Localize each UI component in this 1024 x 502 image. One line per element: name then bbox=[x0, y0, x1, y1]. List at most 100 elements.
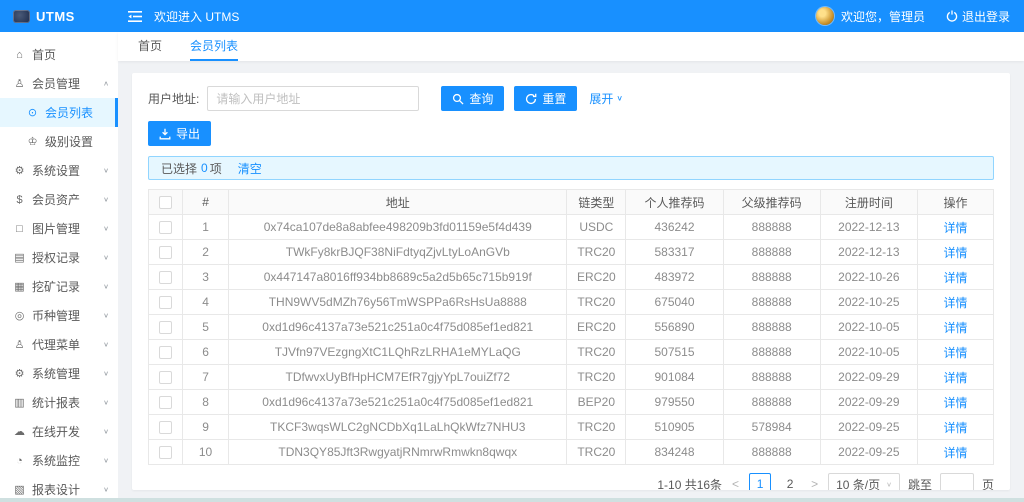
row-detail-link[interactable]: 详情 bbox=[943, 446, 967, 460]
row-detail-link[interactable]: 详情 bbox=[943, 321, 967, 335]
sidebar-item-授权记录[interactable]: ▤ 授权记录 ∨ bbox=[0, 243, 118, 272]
table-row: 4 THN9WV5dMZh76y56TmWSPPa6RsHsUa8888 TRC… bbox=[149, 290, 994, 315]
sidebar-item-币种管理[interactable]: ◎ 币种管理 ∨ bbox=[0, 301, 118, 330]
cell-personal-code: 583317 bbox=[626, 240, 723, 265]
page-button-1[interactable]: 1 bbox=[749, 473, 771, 490]
select-all-checkbox[interactable] bbox=[159, 196, 172, 209]
sidebar-item-代理菜单[interactable]: ♙ 代理菜单 ∨ bbox=[0, 330, 118, 359]
sidebar-item-在线开发[interactable]: ☁ 在线开发 ∨ bbox=[0, 417, 118, 446]
table-row: 5 0xd1d96c4137a73e521c251a0c4f75d085ef1e… bbox=[149, 315, 994, 340]
row-checkbox[interactable] bbox=[159, 396, 172, 409]
report-design-icon: ▧ bbox=[13, 483, 26, 496]
row-checkbox[interactable] bbox=[159, 296, 172, 309]
row-detail-link[interactable]: 详情 bbox=[943, 271, 967, 285]
expand-link[interactable]: 展开 ∨ bbox=[589, 90, 623, 107]
tab-home[interactable]: 首页 bbox=[138, 37, 162, 61]
col-address: 地址 bbox=[229, 190, 567, 215]
cell-personal-code: 834248 bbox=[626, 440, 723, 465]
cell-index: 4 bbox=[182, 290, 228, 315]
pagination-total: 1-10 共16条 bbox=[657, 476, 722, 491]
member-table: # 地址 链类型 个人推荐码 父级推荐码 注册时间 操作 1 0x74ca107… bbox=[148, 189, 994, 465]
chevron-icon: ∨ bbox=[103, 225, 109, 233]
expand-label: 展开 bbox=[589, 90, 613, 107]
row-checkbox[interactable] bbox=[159, 346, 172, 359]
row-checkbox[interactable] bbox=[159, 421, 172, 434]
sidebar-item-会员管理[interactable]: ♙ 会员管理 ∧ bbox=[0, 69, 118, 98]
sidebar-item-系统设置[interactable]: ⚙ 系统设置 ∨ bbox=[0, 156, 118, 185]
cell-register-time: 2022-09-25 bbox=[820, 440, 917, 465]
cell-personal-code: 556890 bbox=[626, 315, 723, 340]
selection-count: 0 bbox=[201, 161, 208, 175]
sidebar-item-会员资产[interactable]: $ 会员资产 ∨ bbox=[0, 185, 118, 214]
table-row: 1 0x74ca107de8a8abfee498209b3fd01159e5f4… bbox=[149, 215, 994, 240]
export-button-label: 导出 bbox=[176, 125, 200, 142]
cloud-dev-icon: ☁ bbox=[13, 425, 26, 438]
sidebar-item-系统监控[interactable]: ◔ 系统监控 ∨ bbox=[0, 446, 118, 475]
logout-button[interactable]: 退出登录 bbox=[946, 8, 1010, 25]
monitor-icon: ◔ bbox=[13, 455, 26, 467]
gear-icon: ⚙ bbox=[13, 164, 26, 177]
export-button[interactable]: 导出 bbox=[148, 121, 211, 146]
sidebar-item-统计报表[interactable]: ▥ 统计报表 ∨ bbox=[0, 388, 118, 417]
chevron-icon: ∨ bbox=[103, 167, 109, 175]
search-button[interactable]: 查询 bbox=[441, 86, 504, 111]
cell-parent-code: 888888 bbox=[723, 215, 820, 240]
table-row: 8 0xd1d96c4137a73e521c251a0c4f75d085ef1e… bbox=[149, 390, 994, 415]
next-page-icon[interactable]: > bbox=[809, 477, 820, 490]
cell-register-time: 2022-10-05 bbox=[820, 340, 917, 365]
sidebar-item-图片管理[interactable]: □ 图片管理 ∨ bbox=[0, 214, 118, 243]
cell-parent-code: 888888 bbox=[723, 240, 820, 265]
cell-personal-code: 979550 bbox=[626, 390, 723, 415]
row-detail-link[interactable]: 详情 bbox=[943, 421, 967, 435]
cell-chain-type: TRC20 bbox=[567, 340, 626, 365]
row-checkbox[interactable] bbox=[159, 221, 172, 234]
chevron-icon: ∨ bbox=[103, 312, 109, 320]
table-row: 3 0x447147a8016ff934bb8689c5a2d5b65c715b… bbox=[149, 265, 994, 290]
menu-fold-icon[interactable] bbox=[128, 10, 142, 23]
row-checkbox[interactable] bbox=[159, 321, 172, 334]
sidebar-nav: ⌂ 首页 ♙ 会员管理 ∧ ⊙ 会员列表 ♔ 级别设置 ⚙ 系统设置 ∨ $ 会… bbox=[0, 32, 118, 498]
logout-icon bbox=[946, 10, 958, 22]
brand-name: UTMS bbox=[36, 9, 75, 24]
cell-register-time: 2022-09-29 bbox=[820, 390, 917, 415]
page-button-2[interactable]: 2 bbox=[779, 473, 801, 490]
chevron-icon: ∨ bbox=[103, 428, 109, 436]
cell-index: 9 bbox=[182, 415, 228, 440]
prev-page-icon[interactable]: < bbox=[730, 477, 741, 490]
user-address-input[interactable] bbox=[207, 86, 419, 111]
row-checkbox[interactable] bbox=[159, 246, 172, 259]
sidebar-item-报表设计[interactable]: ▧ 报表设计 ∨ bbox=[0, 475, 118, 498]
chevron-down-icon: ∨ bbox=[886, 480, 892, 488]
user-avatar[interactable] bbox=[816, 7, 834, 25]
row-detail-link[interactable]: 详情 bbox=[943, 371, 967, 385]
tab-member-list[interactable]: 会员列表 bbox=[190, 37, 238, 61]
level-settings-icon: ♔ bbox=[26, 135, 39, 148]
cell-register-time: 2022-12-13 bbox=[820, 215, 917, 240]
sidebar-item-首页[interactable]: ⌂ 首页 bbox=[0, 40, 118, 69]
sidebar-item-级别设置[interactable]: ♔ 级别设置 bbox=[0, 127, 118, 156]
selection-alert: 已选择 0 项 清空 bbox=[148, 156, 994, 180]
cell-address: 0xd1d96c4137a73e521c251a0c4f75d085ef1ed8… bbox=[229, 315, 567, 340]
home-icon: ⌂ bbox=[13, 49, 26, 61]
row-detail-link[interactable]: 详情 bbox=[943, 296, 967, 310]
sidebar-item-挖矿记录[interactable]: ▦ 挖矿记录 ∨ bbox=[0, 272, 118, 301]
row-detail-link[interactable]: 详情 bbox=[943, 396, 967, 410]
jump-page-input[interactable] bbox=[940, 473, 974, 490]
page-size-select[interactable]: 10 条/页 ∨ bbox=[828, 473, 900, 490]
sidebar-item-会员列表[interactable]: ⊙ 会员列表 bbox=[0, 98, 118, 127]
row-detail-link[interactable]: 详情 bbox=[943, 246, 967, 260]
clear-selection-link[interactable]: 清空 bbox=[238, 160, 262, 177]
row-checkbox[interactable] bbox=[159, 446, 172, 459]
cell-parent-code: 888888 bbox=[723, 315, 820, 340]
row-detail-link[interactable]: 详情 bbox=[943, 221, 967, 235]
cell-address: TWkFy8krBJQF38NiFdtyqZjvLtyLoAnGVb bbox=[229, 240, 567, 265]
logout-label: 退出登录 bbox=[962, 8, 1010, 25]
row-detail-link[interactable]: 详情 bbox=[943, 346, 967, 360]
cell-chain-type: USDC bbox=[567, 215, 626, 240]
sidebar-item-系统管理[interactable]: ⚙ 系统管理 ∨ bbox=[0, 359, 118, 388]
row-checkbox[interactable] bbox=[159, 371, 172, 384]
table-row: 10 TDN3QY85Jft3RwgyatjRNmrwRmwkn8qwqx TR… bbox=[149, 440, 994, 465]
row-checkbox[interactable] bbox=[159, 271, 172, 284]
reset-button[interactable]: 重置 bbox=[514, 86, 577, 111]
cell-index: 2 bbox=[182, 240, 228, 265]
